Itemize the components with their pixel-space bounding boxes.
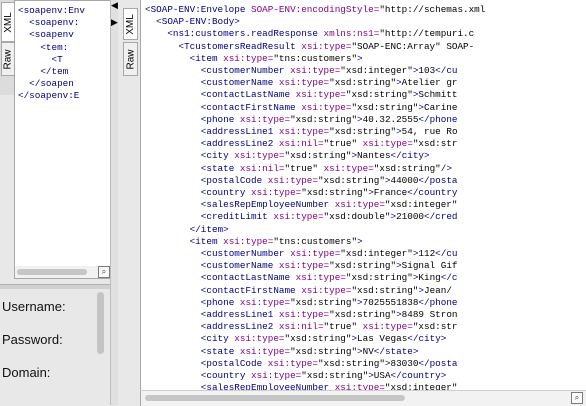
code-line: <SOAP-ENV:Body> — [156, 16, 240, 28]
code-line: </soapen — [29, 78, 74, 90]
code-line: <ns1:customers.readResponse xmlns:ns1="h… — [167, 28, 475, 40]
tab-request-xml-label: XML — [2, 11, 14, 33]
code-line: <state xsi:type="xsd:string">NV</state> — [200, 345, 419, 357]
code-line: <soapenv:Env — [18, 5, 85, 16]
response-view-tabs: XML Raw — [118, 0, 140, 405]
code-line: <item xsi:type="tns:customers"> — [189, 52, 363, 64]
code-line: <addressLine1 xsi:type="xsd:string">54, … — [200, 126, 458, 138]
tab-response-raw-label: Raw — [125, 48, 137, 70]
code-line: <country xsi:type="xsd:string">USA</coun… — [200, 370, 447, 382]
request-xml-content: <soapenv:Env <soapenv: <soapenv <tem: <T… — [15, 1, 111, 103]
tab-request-raw[interactable]: Raw — [1, 42, 15, 76]
code-line: <addressLine2 xsi:nil="true" xsi:type="x… — [200, 138, 458, 150]
tab-request-raw-label: Raw — [2, 48, 14, 70]
code-line: <salesRepEmployeeNumber xsi:type="xsd:in… — [200, 199, 458, 211]
code-line: <contactFirstName xsi:type="xsd:string">… — [200, 101, 458, 113]
request-view-tabs: XML Raw — [0, 0, 15, 95]
arrow-right-icon[interactable]: ▶ — [111, 18, 118, 27]
code-line: <tem: — [40, 41, 69, 53]
code-line: <soapenv: — [29, 17, 80, 29]
response-hscroll-thumb[interactable] — [145, 395, 405, 401]
request-horizontal-scrollbar[interactable]: ⌕ — [14, 266, 112, 279]
arrow-left-icon[interactable]: ◀ — [111, 1, 118, 10]
request-panel: XML Raw <soapenv:Env <soapenv: <soapenv … — [0, 0, 118, 405]
magnifier-icon[interactable]: ⌕ — [571, 392, 583, 404]
code-line: <TcustomersReadResult xsi:type="SOAP-ENC… — [178, 40, 475, 52]
code-line: <contactLastName xsi:type="xsd:string">S… — [200, 89, 458, 101]
domain-label: Domain: — [2, 365, 51, 380]
password-label: Password: — [2, 332, 63, 347]
code-line: <postalCode xsi:type="xsd:string">44000<… — [200, 174, 458, 186]
code-line: <SOAP-ENV:Envelope SOAP-ENV:encodingStyl… — [145, 4, 486, 15]
code-line: <customerName xsi:type="xsd:string">Atel… — [200, 77, 458, 89]
request-hscroll-thumb[interactable] — [17, 269, 87, 275]
code-line: <salesRepEmployeeNumber xsi:type="xsd:in… — [200, 382, 458, 390]
code-line: </tem — [40, 66, 69, 78]
code-line: <city xsi:type="xsd:string">Nantes</city… — [200, 150, 430, 162]
auth-panel: Username: Password: Domain: — [0, 289, 110, 405]
code-line: <item xsi:type="tns:customers"> — [189, 235, 363, 247]
code-line: <customerNumber xsi:type="xsd:integer">1… — [200, 65, 458, 77]
code-line: <city xsi:type="xsd:string">Las Vegas</c… — [200, 333, 447, 345]
code-line: <addressLine2 xsi:nil="true" xsi:type="x… — [200, 321, 458, 333]
code-line: <contactLastName xsi:type="xsd:string">K… — [200, 272, 458, 284]
code-line: <creditLimit xsi:type="xsd:double">21000… — [200, 211, 458, 223]
code-line: </soapenv:E — [18, 90, 80, 102]
code-line: <phone xsi:type="xsd:string">40.32.2555<… — [200, 113, 458, 125]
code-line: <customerName xsi:type="xsd:string">Sign… — [200, 260, 458, 272]
code-line: <addressLine1 xsi:type="xsd:string">8489… — [200, 309, 458, 321]
code-line: <country xsi:type="xsd:string">France</c… — [200, 187, 458, 199]
response-horizontal-scrollbar[interactable]: ⌕ — [140, 390, 586, 406]
response-xml-editor[interactable]: <SOAP-ENV:Envelope SOAP-ENV:encodingStyl… — [140, 0, 586, 390]
code-line: <T — [51, 53, 63, 65]
magnifier-icon[interactable]: ⌕ — [98, 266, 110, 278]
code-line: <soapenv — [29, 29, 74, 41]
code-line: <contactFirstName xsi:type="xsd:string">… — [200, 284, 452, 296]
code-line: <state xsi:nil="true" xsi:type="xsd:stri… — [200, 162, 452, 174]
tab-response-xml[interactable]: XML — [123, 8, 138, 40]
tab-response-raw[interactable]: Raw — [123, 42, 138, 76]
response-xml-content: <SOAP-ENV:Envelope SOAP-ENV:encodingStyl… — [141, 0, 586, 390]
code-line: </item> — [189, 223, 229, 235]
username-label: Username: — [2, 299, 66, 314]
auth-scrollbar-thumb[interactable] — [97, 292, 104, 354]
tab-request-xml[interactable]: XML — [1, 2, 15, 42]
code-line: <postalCode xsi:type="xsd:string">83030<… — [200, 357, 458, 369]
code-line: <phone xsi:type="xsd:string">7025551838<… — [200, 296, 458, 308]
request-xml-editor[interactable]: <soapenv:Env <soapenv: <soapenv <tem: <T… — [14, 0, 112, 268]
tab-response-xml-label: XML — [125, 13, 136, 35]
code-line: <customerNumber xsi:type="xsd:integer">1… — [200, 248, 458, 260]
